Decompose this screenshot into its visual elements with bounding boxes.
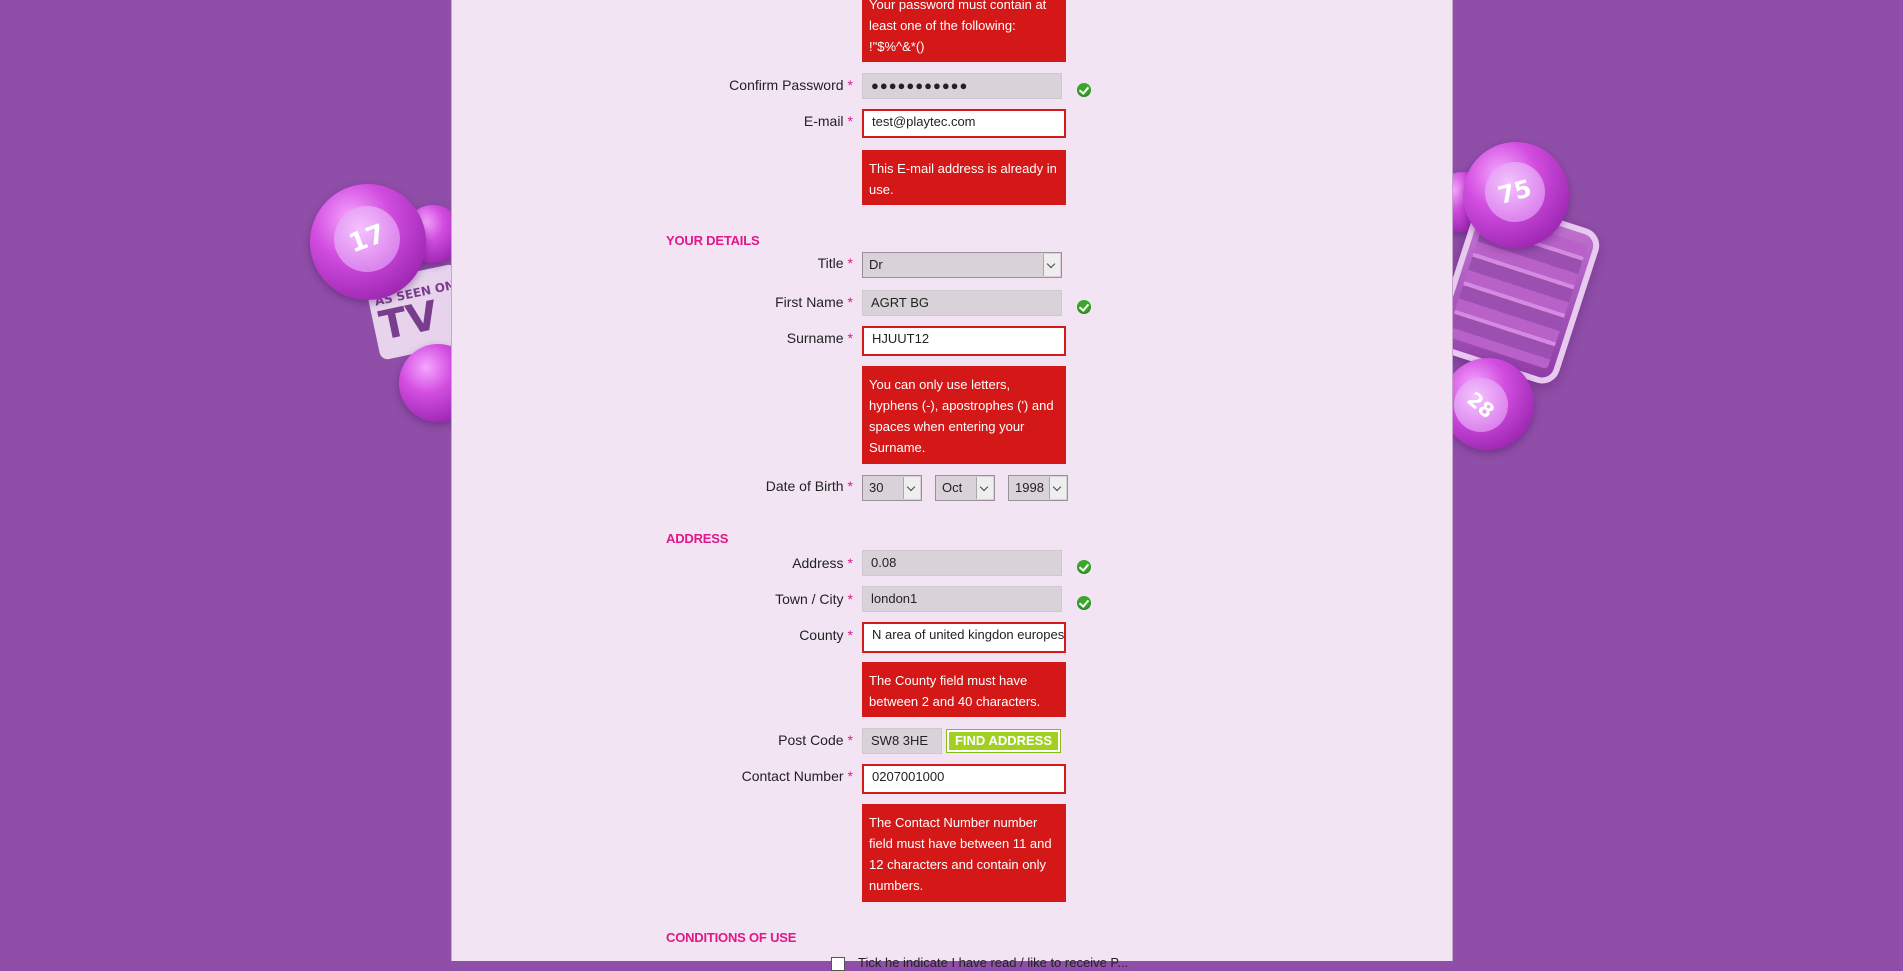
ball-number: 75 [1495, 174, 1535, 210]
chevron-down-icon [976, 477, 993, 499]
terms-text: Tick he indicate I have read / like to r… [858, 955, 1129, 970]
address-label: Address * [792, 555, 853, 571]
dob-month-select[interactable]: Oct [935, 475, 995, 501]
dob-month-value: Oct [942, 480, 963, 495]
dob-year-select[interactable]: 1998 [1008, 475, 1068, 501]
email-error-message: This E-mail address is already in use. [862, 150, 1066, 205]
title-select[interactable]: Dr [862, 252, 1062, 278]
check-icon [1077, 596, 1091, 610]
first-name-field[interactable]: AGRT BG [862, 290, 1062, 316]
ball-number: 28 [1462, 386, 1500, 424]
postcode-field[interactable]: SW8 3HE [862, 728, 942, 754]
dob-day-value: 30 [869, 480, 884, 495]
town-field[interactable]: london1 [862, 586, 1062, 612]
contact-number-label: Contact Number * [741, 768, 853, 784]
terms-checkbox[interactable] [831, 957, 845, 971]
chevron-down-icon [1049, 477, 1066, 499]
dob-year-value: 1998 [1015, 480, 1044, 495]
bingo-ball-28-icon: 28 [1442, 358, 1534, 450]
surname-label: Surname * [786, 330, 853, 346]
section-heading-address: ADDRESS [666, 531, 729, 546]
section-heading-your-details: YOUR DETAILS [666, 233, 760, 248]
address-field[interactable]: 0.08 [862, 550, 1062, 576]
town-label: Town / City * [775, 591, 853, 607]
dob-day-select[interactable]: 30 [862, 475, 922, 501]
bingo-ball-17-icon: 17 [310, 184, 426, 300]
chevron-down-icon [903, 477, 920, 499]
confirm-password-label: Confirm Password * [729, 77, 853, 93]
ball-number: 17 [344, 218, 390, 260]
county-field[interactable]: N area of united kingdon europes [862, 622, 1066, 653]
find-address-button[interactable]: FIND ADDRESS [946, 729, 1061, 753]
title-select-value: Dr [869, 257, 883, 272]
check-icon [1077, 300, 1091, 314]
postcode-label: Post Code * [778, 732, 853, 748]
county-label: County * [799, 627, 853, 643]
county-error-message: The County field must have between 2 and… [862, 662, 1066, 717]
first-name-label: First Name * [775, 294, 853, 310]
chevron-down-icon [1043, 254, 1060, 276]
dob-label: Date of Birth * [765, 478, 853, 494]
section-heading-conditions: CONDITIONS OF USE [666, 930, 797, 945]
contact-number-error-message: The Contact Number number field must hav… [862, 804, 1066, 902]
surname-field[interactable]: HJUUT12 [862, 326, 1066, 356]
check-icon [1077, 560, 1091, 574]
surname-error-message: You can only use letters, hyphens (-), a… [862, 366, 1066, 464]
bingo-ball-75-icon: 75 [1463, 142, 1569, 248]
password-error-message: Your password must contain at least one … [862, 0, 1066, 62]
email-field[interactable]: test@playtec.com [862, 109, 1066, 138]
confirm-password-field[interactable]: ●●●●●●●●●●● [862, 73, 1062, 99]
email-label: E-mail * [803, 113, 853, 129]
title-label: Title * [817, 255, 853, 271]
contact-number-field[interactable]: 0207001000 [862, 764, 1066, 794]
check-icon [1077, 83, 1091, 97]
